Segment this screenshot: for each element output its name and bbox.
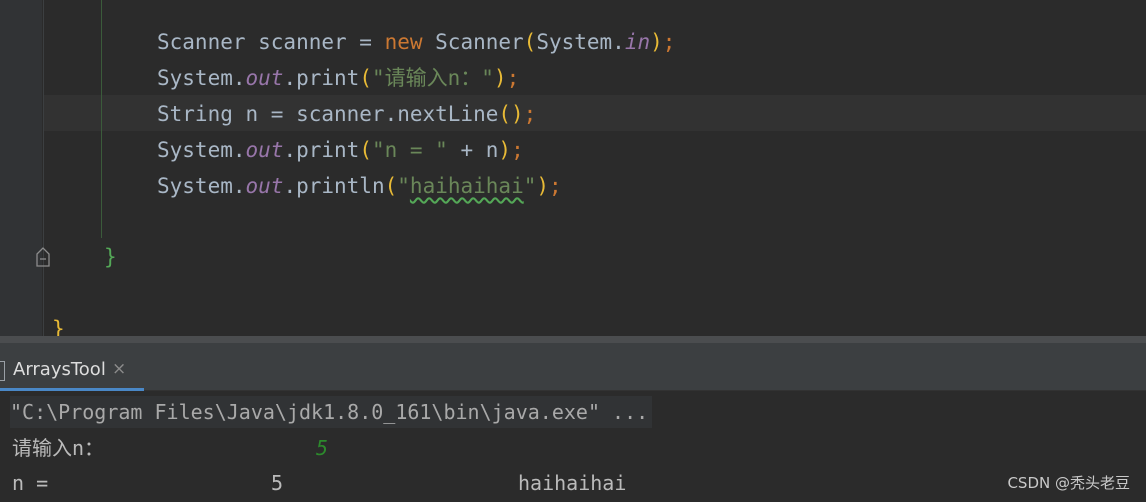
console-prompt-text: 请输入n： bbox=[12, 436, 105, 460]
code-token: ; bbox=[662, 30, 676, 54]
fold-collapse-icon[interactable] bbox=[35, 246, 51, 268]
console-output-value: 5 bbox=[271, 471, 284, 495]
code-token: .print bbox=[283, 138, 360, 162]
code-token: ) bbox=[536, 174, 550, 198]
watermark-text: CSDN @秃头老豆 bbox=[1007, 474, 1130, 492]
code-token: System. bbox=[157, 66, 246, 90]
console-output-label: n = bbox=[12, 471, 49, 495]
code-token: ( bbox=[523, 30, 537, 54]
console-user-input: 5 bbox=[316, 436, 329, 460]
run-tab-arraystool[interactable]: ArraysTool × bbox=[0, 353, 144, 391]
code-token: new bbox=[384, 30, 423, 54]
horizontal-scrollbar[interactable] bbox=[0, 336, 1146, 343]
code-token: System. bbox=[157, 174, 246, 198]
code-token: " bbox=[523, 174, 537, 198]
code-line-print-n[interactable]: System.out.print("n = " + n); bbox=[157, 132, 524, 168]
code-token: System. bbox=[536, 30, 625, 54]
code-token: ; bbox=[523, 102, 537, 126]
run-config-icon bbox=[0, 361, 5, 381]
code-token: ( bbox=[384, 174, 398, 198]
code-token: Scanner scanner = bbox=[157, 30, 385, 54]
code-token: Scanner bbox=[422, 30, 524, 54]
code-token: System. bbox=[157, 138, 246, 162]
code-token: ) bbox=[493, 66, 507, 90]
run-tool-window: ArraysTool × "C:\Program Files\Java\jdk1… bbox=[0, 343, 1146, 502]
code-token: haihaihai bbox=[409, 174, 524, 198]
active-tab-indicator bbox=[0, 388, 144, 391]
console-output-extra: haihaihai bbox=[518, 471, 627, 495]
code-token: () bbox=[498, 102, 524, 126]
code-line-read-input[interactable]: String n = scanner.nextLine(); bbox=[157, 96, 536, 132]
code-token: ; bbox=[511, 138, 524, 162]
code-token: in bbox=[624, 30, 651, 54]
code-token: ; bbox=[506, 66, 520, 90]
method-closing-brace: } bbox=[104, 245, 117, 269]
run-tab-bar: ArraysTool × bbox=[0, 343, 1146, 391]
code-token: ( bbox=[359, 66, 372, 90]
code-line-println[interactable]: System.out.println("haihaihai"); bbox=[157, 168, 562, 204]
code-token: .print bbox=[283, 66, 360, 90]
editor-gutter bbox=[0, 0, 42, 343]
code-token: ) bbox=[650, 30, 663, 54]
close-icon[interactable]: × bbox=[112, 359, 126, 379]
gutter-separator bbox=[43, 0, 44, 343]
console-command-line[interactable]: "C:\Program Files\Java\jdk1.8.0_161\bin\… bbox=[10, 396, 653, 428]
code-token: "n = " bbox=[371, 138, 448, 162]
indent-guide bbox=[101, 0, 102, 238]
code-line-print-prompt[interactable]: System.out.print("请输入n："); bbox=[157, 60, 519, 96]
code-token: + n bbox=[447, 138, 499, 162]
code-token: String n = scanner.nextLine bbox=[157, 102, 499, 126]
code-token: ( bbox=[359, 138, 372, 162]
code-token: out bbox=[245, 66, 284, 90]
code-token: .println bbox=[283, 174, 385, 198]
code-token: out bbox=[245, 138, 284, 162]
code-token: out bbox=[245, 174, 284, 198]
code-editor[interactable]: Scanner scanner = new Scanner(System.in)… bbox=[0, 0, 1146, 343]
code-line-scanner[interactable]: Scanner scanner = new Scanner(System.in)… bbox=[157, 24, 675, 60]
run-tab-label: ArraysTool bbox=[13, 359, 106, 380]
code-token: " bbox=[397, 174, 410, 198]
code-token: ; bbox=[549, 174, 562, 198]
code-token: "请输入n：" bbox=[371, 66, 494, 90]
code-token: ) bbox=[498, 138, 512, 162]
